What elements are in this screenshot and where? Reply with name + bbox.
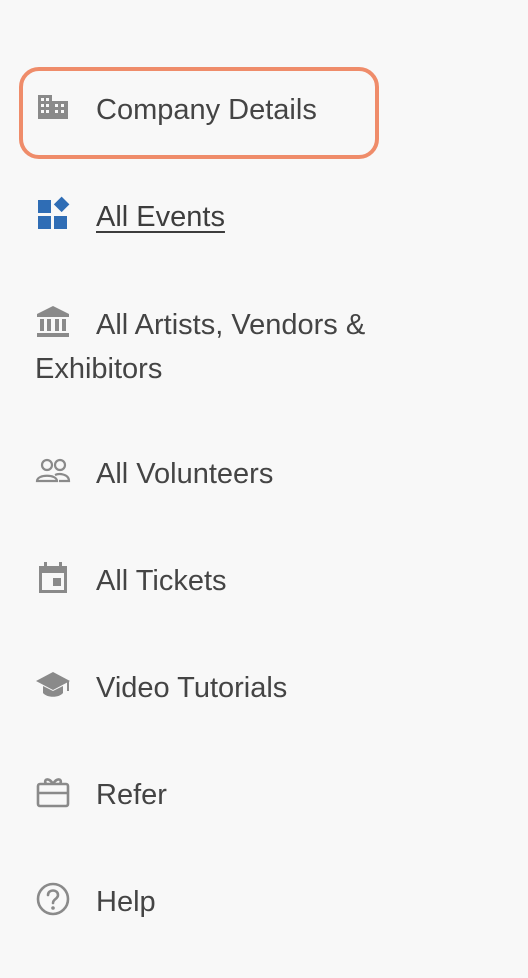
calendar-icon <box>35 560 71 596</box>
bank-icon <box>35 304 71 340</box>
nav-item-all-tickets[interactable]: All Tickets <box>35 559 227 603</box>
nav-item-label: Company Details <box>96 93 317 126</box>
nav-item-all-volunteers[interactable]: All Volunteers <box>35 452 273 496</box>
people-icon <box>35 453 71 489</box>
nav-item-label: All Tickets <box>96 564 227 597</box>
nav-item-company-details[interactable]: Company Details <box>35 88 317 132</box>
building-icon <box>35 89 71 125</box>
nav-item-video-tutorials[interactable]: Video Tutorials <box>35 666 287 710</box>
help-circle-icon <box>35 881 71 917</box>
nav-item-label: Help <box>96 885 156 918</box>
gift-card-icon <box>35 774 71 810</box>
widgets-icon <box>35 196 71 232</box>
nav-item-label: All Artists, Vendors & Exhibitors <box>35 308 366 385</box>
nav-item-label: Refer <box>96 778 167 811</box>
nav-item-all-artists-vendors-exhibitors[interactable]: All Artists, Vendors & Exhibitors <box>35 303 435 391</box>
nav-item-refer[interactable]: Refer <box>35 773 167 817</box>
nav-item-all-events[interactable]: All Events <box>35 195 225 239</box>
nav-item-label: Video Tutorials <box>96 671 288 704</box>
nav-item-help[interactable]: Help <box>35 880 156 924</box>
nav-item-label: All Events <box>96 200 225 233</box>
school-icon <box>35 667 71 703</box>
nav-item-label: All Volunteers <box>96 457 274 490</box>
